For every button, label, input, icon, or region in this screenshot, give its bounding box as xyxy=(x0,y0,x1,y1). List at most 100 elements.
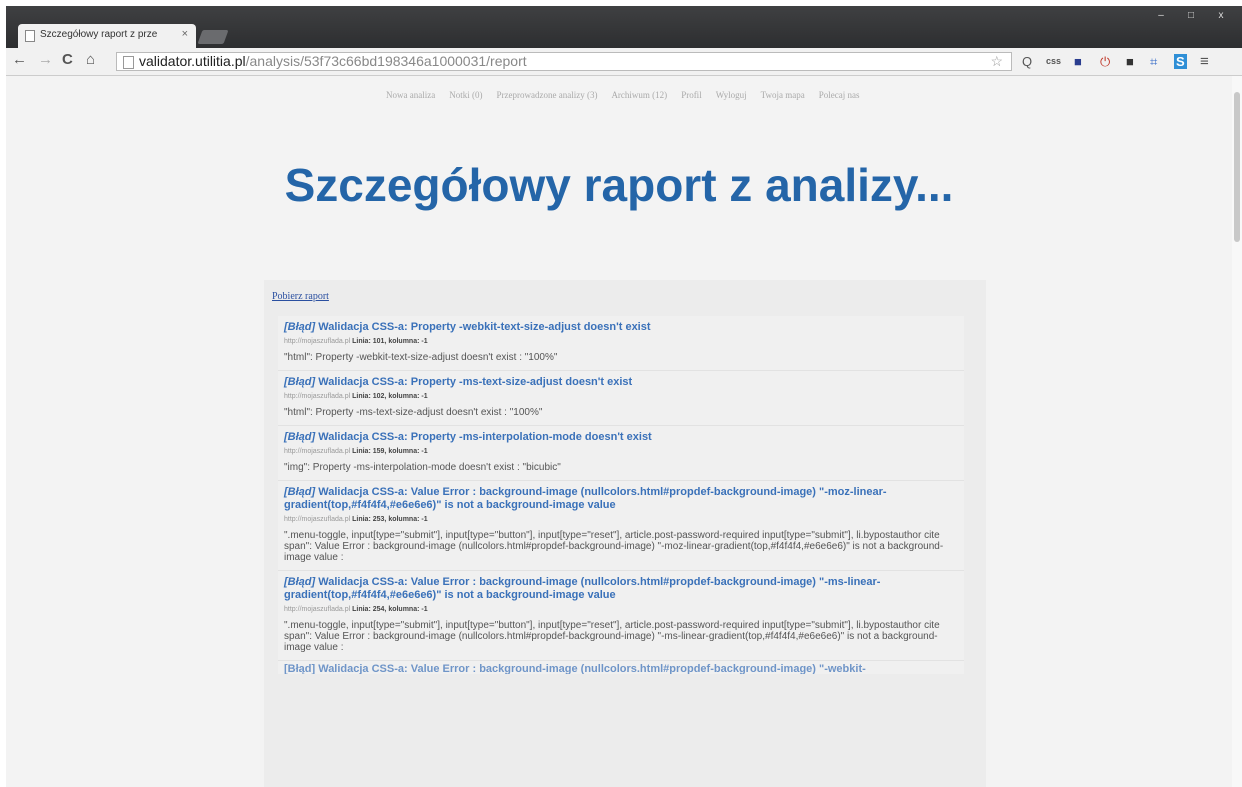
column-number: -1 xyxy=(421,448,428,455)
tab-title: Szczegółowy raport z prze xyxy=(40,29,158,40)
item-source: http://mojaszuflada.pl xyxy=(284,516,351,523)
report-items: [Błąd] Walidacja CSS-a: Property -webkit… xyxy=(278,316,964,674)
line-label: Linia xyxy=(352,606,369,613)
line-label: Linia xyxy=(352,448,369,455)
column-label: kolumna xyxy=(388,606,418,613)
error-tag: [Błąd] xyxy=(284,486,316,498)
nav-link-map[interactable]: Twoja mapa xyxy=(761,90,805,100)
extension-power-icon[interactable]: ⏻ xyxy=(1100,54,1110,69)
report-item-cutoff: [Błąd] Walidacja CSS-a: Value Error : ba… xyxy=(278,661,964,674)
item-title[interactable]: [Błąd] Walidacja CSS-a: Property -webkit… xyxy=(284,321,958,334)
address-bar[interactable]: validator.utilitia.pl/analysis/53f73c66b… xyxy=(116,52,1012,71)
item-meta: http://mojaszuflada.pl Linia: 101, kolum… xyxy=(284,338,428,345)
extension-frame-icon[interactable]: ⌗ xyxy=(1150,54,1157,69)
nav-link-archive[interactable]: Archiwum (12) xyxy=(611,90,667,100)
line-number: 102 xyxy=(372,393,385,400)
item-title-text: Walidacja CSS-a: Property -ms-text-size-… xyxy=(318,376,633,388)
nav-link-notes[interactable]: Notki (0) xyxy=(449,90,482,100)
new-tab-button[interactable] xyxy=(197,30,229,44)
item-message: ".menu-toggle, input[type="submit"], inp… xyxy=(284,620,940,653)
url-path: /analysis/53f73c66bd198346a1000031/repor… xyxy=(245,53,527,69)
item-title-text: Walidacja CSS-a: Property -webkit-text-s… xyxy=(318,321,651,333)
report-panel: Pobierz raport [Błąd] Walidacja CSS-a: P… xyxy=(264,280,986,787)
nav-link-recommend[interactable]: Polecaj nas xyxy=(819,90,860,100)
browser-toolbar: ← → C ⌂ validator.utilitia.pl/analysis/5… xyxy=(6,48,1242,76)
url-host: validator.utilitia.pl xyxy=(139,53,246,69)
extension-s-icon[interactable]: S xyxy=(1174,54,1187,69)
extension-search-icon[interactable]: Q xyxy=(1022,54,1032,69)
error-tag: [Błąd] xyxy=(284,576,316,588)
item-source: http://mojaszuflada.pl xyxy=(284,448,351,455)
browser-window: Szczegółowy raport z prze × – □ x ← → C … xyxy=(6,6,1242,787)
page-favicon-icon xyxy=(25,30,35,42)
item-title-text: Walidacja CSS-a: Property -ms-interpolat… xyxy=(318,431,652,443)
back-arrow-icon[interactable]: ← xyxy=(12,51,27,68)
bookmark-star-icon[interactable]: ☆ xyxy=(990,53,1003,70)
report-item: [Błąd] Walidacja CSS-a: Property -ms-int… xyxy=(278,426,964,481)
tab-close-icon[interactable]: × xyxy=(182,28,188,40)
line-number: 159 xyxy=(372,448,385,455)
report-item: [Błąd] Walidacja CSS-a: Property -webkit… xyxy=(278,316,964,371)
nav-link-profile[interactable]: Profil xyxy=(681,90,702,100)
report-item: [Błąd] Walidacja CSS-a: Value Error : ba… xyxy=(278,571,964,661)
title-bar: Szczegółowy raport z prze × – □ x xyxy=(6,6,1242,48)
extension-dark-icon[interactable]: ■ xyxy=(1126,54,1134,69)
line-label: Linia xyxy=(352,516,369,523)
item-title-text: Walidacja CSS-a: Value Error : backgroun… xyxy=(284,486,887,511)
report-item: [Błąd] Walidacja CSS-a: Value Error : ba… xyxy=(278,481,964,571)
item-message: "img": Property -ms-interpolation-mode d… xyxy=(284,462,561,473)
item-title[interactable]: [Błąd] Walidacja CSS-a: Property -ms-tex… xyxy=(284,376,958,389)
extension-blue-icon[interactable]: ■ xyxy=(1074,54,1082,69)
line-label: Linia xyxy=(352,393,369,400)
top-navigation: Nowa analiza Notki (0) Przeprowadzone an… xyxy=(386,90,986,100)
nav-link-logout[interactable]: Wyloguj xyxy=(716,90,747,100)
item-title[interactable]: [Błąd] Walidacja CSS-a: Value Error : ba… xyxy=(284,486,958,512)
column-number: -1 xyxy=(421,393,428,400)
item-meta: http://mojaszuflada.pl Linia: 159, kolum… xyxy=(284,448,428,455)
column-label: kolumna xyxy=(388,338,418,345)
report-item: [Błąd] Walidacja CSS-a: Property -ms-tex… xyxy=(278,371,964,426)
page-viewport: Nowa analiza Notki (0) Przeprowadzone an… xyxy=(6,76,1242,787)
item-message: ".menu-toggle, input[type="submit"], inp… xyxy=(284,530,944,563)
line-label: Linia xyxy=(352,338,369,345)
maximize-button[interactable]: □ xyxy=(1176,8,1206,24)
item-message: "html": Property -ms-text-size-adjust do… xyxy=(284,407,543,418)
reload-icon[interactable]: C xyxy=(62,51,73,68)
page-title: Szczegółowy raport z analizy... xyxy=(284,159,954,211)
column-number: -1 xyxy=(421,606,428,613)
minimize-button[interactable]: – xyxy=(1146,8,1176,24)
close-window-button[interactable]: x xyxy=(1206,8,1236,24)
home-icon[interactable]: ⌂ xyxy=(86,51,95,68)
window-controls: – □ x xyxy=(1146,8,1236,24)
item-title[interactable]: [Błąd] Walidacja CSS-a: Value Error : ba… xyxy=(284,576,958,602)
item-source: http://mojaszuflada.pl xyxy=(284,393,351,400)
forward-arrow-icon[interactable]: → xyxy=(38,51,53,68)
item-title-text: Walidacja CSS-a: Value Error : backgroun… xyxy=(284,576,881,601)
item-meta: http://mojaszuflada.pl Linia: 102, kolum… xyxy=(284,393,428,400)
extension-css-icon[interactable]: css xyxy=(1046,54,1061,69)
item-message: "html": Property -webkit-text-size-adjus… xyxy=(284,352,558,363)
download-report-link[interactable]: Pobierz raport xyxy=(272,291,329,302)
column-number: -1 xyxy=(421,516,428,523)
nav-link-new-analysis[interactable]: Nowa analiza xyxy=(386,90,435,100)
line-number: 254 xyxy=(372,606,385,613)
column-label: kolumna xyxy=(388,516,418,523)
item-source: http://mojaszuflada.pl xyxy=(284,606,351,613)
nav-link-analyses[interactable]: Przeprowadzone analizy (3) xyxy=(496,90,597,100)
browser-tab[interactable]: Szczegółowy raport z prze × xyxy=(18,24,196,48)
scrollbar-thumb[interactable] xyxy=(1234,92,1240,242)
vertical-scrollbar[interactable] xyxy=(1232,76,1242,787)
page-icon xyxy=(123,56,134,69)
item-meta: http://mojaszuflada.pl Linia: 254, kolum… xyxy=(284,606,428,613)
item-meta: http://mojaszuflada.pl Linia: 253, kolum… xyxy=(284,516,428,523)
column-label: kolumna xyxy=(388,448,418,455)
error-tag: [Błąd] xyxy=(284,321,316,333)
item-title[interactable]: [Błąd] Walidacja CSS-a: Property -ms-int… xyxy=(284,431,958,444)
item-source: http://mojaszuflada.pl xyxy=(284,338,351,345)
column-label: kolumna xyxy=(388,393,418,400)
line-number: 101 xyxy=(372,338,385,345)
error-tag: [Błąd] xyxy=(284,376,316,388)
column-number: -1 xyxy=(421,338,428,345)
error-tag: [Błąd] xyxy=(284,431,316,443)
menu-icon[interactable]: ≡ xyxy=(1200,54,1209,69)
